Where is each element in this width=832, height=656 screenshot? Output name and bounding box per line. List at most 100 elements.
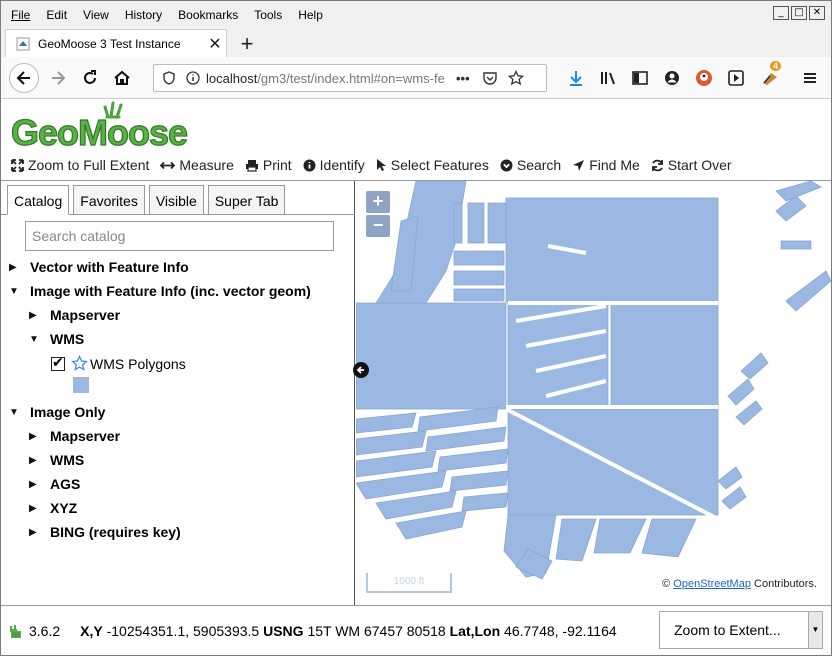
- group-label: AGS: [50, 476, 81, 492]
- bookmark-star-icon[interactable]: [507, 70, 524, 86]
- caret-right-icon: ▶: [29, 430, 37, 442]
- pocket-icon[interactable]: [482, 70, 498, 86]
- addon-badge: 4: [770, 61, 782, 71]
- svg-text:GeoMoose: GeoMoose: [11, 112, 187, 153]
- group-label: Vector with Feature Info: [30, 259, 189, 275]
- latlon-value: 46.7748, -92.1164: [504, 622, 617, 639]
- url-path: /gm3/test/index.html#on=wms-fe: [257, 70, 445, 86]
- group-image-feature-info[interactable]: ▼ Image with Feature Info (inc. vector g…: [9, 283, 311, 299]
- library-icon: [601, 72, 615, 85]
- back-button[interactable]: [9, 63, 39, 93]
- browser-tab[interactable]: GeoMoose 3 Test Instance ✕: [5, 29, 227, 57]
- layer-visibility-checkbox[interactable]: [51, 354, 65, 371]
- maximize-button[interactable]: □: [791, 6, 807, 20]
- close-window-button[interactable]: ✕: [809, 6, 825, 20]
- address-bar[interactable]: localhost/gm3/test/index.html#on=wms-fe …: [153, 64, 547, 92]
- duckduckgo-button[interactable]: [693, 67, 715, 89]
- osm-link[interactable]: OpenStreetMap: [673, 578, 751, 590]
- favorite-star-icon[interactable]: [71, 355, 88, 372]
- hamburger-icon: [804, 73, 816, 83]
- catalog-search-input[interactable]: Search catalog: [25, 221, 334, 251]
- version-text: 3.6.2: [29, 622, 61, 639]
- catalog-panel: Catalog Favorites Visible Super Tab Sear…: [1, 181, 355, 605]
- tab-super-tab[interactable]: Super Tab: [207, 185, 286, 215]
- subgroup-mapserver[interactable]: ▶ Mapserver: [29, 307, 120, 323]
- zoom-to-extent-select[interactable]: Zoom to Extent... ▼: [659, 611, 823, 649]
- account-button[interactable]: [661, 67, 683, 89]
- zoom-controls: + −: [366, 191, 390, 239]
- menu-file[interactable]: File: [11, 6, 30, 24]
- find-me-tool[interactable]: Find Me: [572, 157, 640, 173]
- find-me-label: Find Me: [589, 157, 640, 173]
- group-label: WMS: [50, 452, 85, 468]
- zoom-full-extent-label: Zoom to Full Extent: [28, 157, 150, 173]
- select-features-tool[interactable]: Select Features: [376, 157, 489, 173]
- zoom-out-button[interactable]: −: [366, 215, 390, 237]
- info-icon: [303, 159, 316, 171]
- print-tool[interactable]: Print: [245, 157, 292, 173]
- library-button[interactable]: [597, 67, 619, 89]
- arrows-h-icon: [160, 161, 176, 169]
- forward-button[interactable]: [43, 63, 73, 93]
- minimize-button[interactable]: _: [773, 6, 789, 20]
- tab-visible[interactable]: Visible: [148, 185, 204, 215]
- close-tab-icon[interactable]: ✕: [204, 34, 226, 54]
- subgroup-ags[interactable]: ▶ AGS: [29, 476, 80, 492]
- subgroup-wms-image[interactable]: ▶ WMS: [29, 452, 84, 468]
- select-features-label: Select Features: [390, 157, 489, 173]
- moose-icon: [10, 624, 21, 638]
- identify-tool[interactable]: Identify: [303, 157, 365, 173]
- reload-button[interactable]: [75, 63, 105, 93]
- group-image-only[interactable]: ▼ Image Only: [9, 404, 105, 420]
- menu-help[interactable]: Help: [298, 6, 323, 24]
- menu-bookmarks[interactable]: Bookmarks: [178, 6, 238, 24]
- copyright-symbol: ©: [662, 578, 671, 590]
- addon-icon: [763, 73, 777, 85]
- tab-favorites[interactable]: Favorites: [73, 185, 145, 215]
- back-arrow-icon: [16, 71, 30, 85]
- attribution-suffix: Contributors.: [754, 578, 817, 590]
- group-vector-feature-info[interactable]: ▶ Vector with Feature Info: [9, 259, 189, 275]
- xy-value: -10254351.1, 5905393.5: [106, 622, 260, 639]
- tab-strip: GeoMoose 3 Test Instance ✕ +: [1, 29, 831, 57]
- subgroup-xyz[interactable]: ▶ XYZ: [29, 500, 77, 516]
- page-actions-icon[interactable]: •••: [456, 71, 470, 86]
- favicon-icon: [16, 37, 30, 50]
- tab-catalog[interactable]: Catalog: [7, 185, 70, 215]
- home-button[interactable]: [107, 63, 137, 93]
- start-over-label: Start Over: [667, 157, 732, 173]
- subgroup-mapserver-image[interactable]: ▶ Mapserver: [29, 428, 120, 444]
- new-tab-button[interactable]: +: [235, 31, 259, 57]
- menu-view[interactable]: View: [83, 6, 109, 24]
- start-over-tool[interactable]: Start Over: [651, 157, 732, 173]
- search-tool[interactable]: Search: [500, 157, 561, 173]
- play-box-icon: [728, 70, 744, 86]
- menu-history[interactable]: History: [125, 6, 162, 24]
- map-view[interactable]: + − 1000 ft © OpenStreetMap Contributors…: [356, 181, 831, 605]
- identify-label: Identify: [319, 157, 365, 173]
- layer-legend-swatch: [73, 377, 89, 393]
- subgroup-bing[interactable]: ▶ BING (requires key): [29, 524, 181, 540]
- map-attribution: © OpenStreetMap Contributors.: [660, 577, 819, 591]
- measure-tool[interactable]: Measure: [160, 157, 234, 173]
- subgroup-wms[interactable]: ▼ WMS: [29, 331, 84, 347]
- open-menu-button[interactable]: [799, 67, 821, 89]
- group-label: Mapserver: [50, 428, 121, 444]
- menu-tools[interactable]: Tools: [254, 6, 282, 24]
- navigation-toolbar: localhost/gm3/test/index.html#on=wms-fe …: [1, 57, 831, 99]
- caret-down-icon: ▼: [9, 285, 19, 297]
- usng-label: USNG: [263, 622, 304, 639]
- sidebar-button[interactable]: [629, 67, 651, 89]
- page-info-icon[interactable]: [186, 71, 200, 85]
- addon-button[interactable]: 4: [759, 61, 782, 89]
- menu-edit[interactable]: Edit: [46, 6, 67, 24]
- media-button[interactable]: [725, 67, 747, 89]
- collapse-panel-button[interactable]: [353, 362, 369, 378]
- caret-right-icon: ▶: [9, 261, 17, 273]
- group-label: BING (requires key): [50, 524, 181, 540]
- zoom-in-button[interactable]: +: [366, 191, 390, 213]
- shield-icon[interactable]: [162, 71, 176, 85]
- zoom-full-extent-tool[interactable]: Zoom to Full Extent: [11, 157, 149, 173]
- downloads-button[interactable]: [565, 67, 587, 89]
- group-label: WMS: [50, 331, 85, 347]
